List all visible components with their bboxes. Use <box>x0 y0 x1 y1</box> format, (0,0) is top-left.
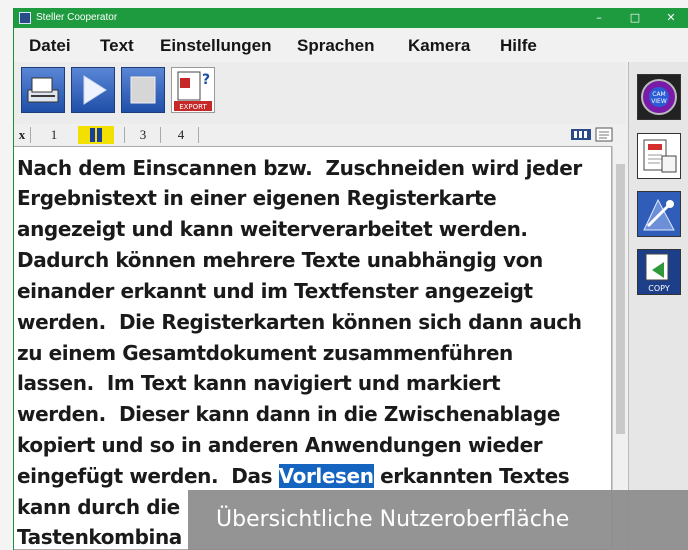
text-line: werden. Die Registerkarten können sich d… <box>17 310 582 334</box>
text-line: kann durch die <box>17 495 180 519</box>
close-tab-button[interactable]: x <box>16 126 28 144</box>
text-line: kopiert und so in anderen Anwendungen wi… <box>17 433 543 457</box>
svg-text:?: ? <box>202 72 210 88</box>
svg-text:CAM: CAM <box>652 91 665 98</box>
caption-overlay: Übersichtliche Nutzeroberfläche <box>188 490 688 550</box>
toolbar: ? EXPORT <box>14 62 626 124</box>
tools-button[interactable] <box>637 191 681 237</box>
app-window: Steller Cooperator – □ ✕ Datei Text Eins… <box>13 8 688 550</box>
pdf-button[interactable] <box>637 133 681 179</box>
title-bar: Steller Cooperator – □ ✕ <box>14 8 688 28</box>
text-line: angezeigt und kann weiterverarbeitet wer… <box>17 217 528 241</box>
maximize-button[interactable]: □ <box>617 8 653 28</box>
close-button[interactable]: ✕ <box>653 8 688 28</box>
scan-icon <box>27 77 59 103</box>
text-line: werden. Dieser kann dann in die Zwischen… <box>17 402 560 426</box>
pause-icon <box>90 128 102 142</box>
play-button[interactable] <box>71 67 115 113</box>
tab-bar: x 1 3 4 <box>14 124 626 146</box>
text-line: Tastenkombina <box>17 525 182 549</box>
text-line: Nach dem Einscannen bzw. Zuschneiden wir… <box>17 156 582 180</box>
tab-4[interactable]: 4 <box>168 126 194 144</box>
text-line: eingefügt werden. Das Vorlesen erkannten… <box>17 464 570 488</box>
tab-2[interactable] <box>78 126 114 144</box>
text-line: Dadurch können mehrere Texte unabhängig … <box>17 248 543 272</box>
view-toggle-icon[interactable] <box>570 127 618 143</box>
export-icon: ? EXPORT <box>174 71 212 111</box>
text-line: Ergebnistext in einer eigenen Registerka… <box>17 186 497 210</box>
camview-icon: CAM VIEW <box>641 79 677 115</box>
export-label: EXPORT <box>179 103 207 111</box>
tab-1[interactable]: 1 <box>41 126 67 144</box>
stop-button[interactable] <box>121 67 165 113</box>
copy-label: COPY <box>648 284 670 293</box>
tab-3[interactable]: 3 <box>130 126 156 144</box>
menu-kamera[interactable]: Kamera <box>408 36 470 56</box>
sidebar: CAM VIEW COPY <box>628 62 688 550</box>
text-line: lassen. Im Text kann navigiert und marki… <box>17 371 501 395</box>
text-line: einander erkannt und im Textfenster ange… <box>17 279 533 303</box>
menu-bar: Datei Text Einstellungen Sprachen Kamera… <box>14 28 688 62</box>
highlighted-word: Vorlesen <box>278 464 374 488</box>
menu-text[interactable]: Text <box>100 36 134 56</box>
menu-datei[interactable]: Datei <box>29 36 71 56</box>
play-icon <box>83 75 107 105</box>
copy-button[interactable]: COPY <box>637 249 681 295</box>
svg-text:VIEW: VIEW <box>651 98 667 105</box>
menu-einstellungen[interactable]: Einstellungen <box>160 36 271 56</box>
minimize-button[interactable]: – <box>581 8 617 28</box>
stop-icon <box>130 76 156 104</box>
camview-button[interactable]: CAM VIEW <box>637 74 681 120</box>
scan-button[interactable] <box>21 67 65 113</box>
text-line: zu einem Gesamtdokument zusammenführen <box>17 341 513 365</box>
pdf-document-icon <box>643 139 677 173</box>
copy-icon: COPY <box>645 253 670 293</box>
app-icon <box>19 12 31 24</box>
menu-hilfe[interactable]: Hilfe <box>500 36 537 56</box>
export-button[interactable]: ? EXPORT <box>171 67 215 113</box>
scrollbar-thumb[interactable] <box>616 164 625 434</box>
tools-icon <box>643 198 675 231</box>
window-title: Steller Cooperator <box>36 12 118 23</box>
menu-sprachen[interactable]: Sprachen <box>297 36 374 56</box>
